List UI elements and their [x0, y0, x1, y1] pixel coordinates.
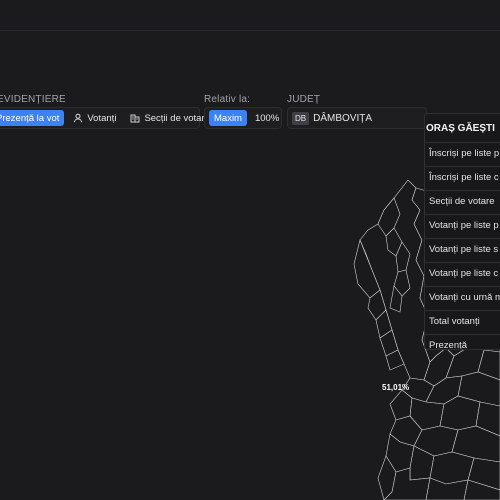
county-select[interactable]: DB DÂMBOVIȚA	[287, 107, 427, 129]
relative-label: Relativ la:	[204, 94, 251, 105]
building-icon	[130, 114, 140, 123]
locality-info-panel: ORAȘ GĂEȘTI Înscriși pe liste p Înscriși…	[424, 113, 500, 350]
map-region-percentage: 51,01%	[382, 383, 410, 392]
info-row: Secții de votare	[425, 190, 500, 214]
info-row: Total votanți	[425, 310, 500, 334]
voters-button-label: Votanți	[87, 112, 117, 124]
relative-value: 100%	[254, 112, 280, 124]
county-name: DÂMBOVIȚA	[313, 112, 373, 124]
info-row: Înscriși pe liste p	[425, 142, 500, 166]
turnout-button[interactable]: Prezență la vot	[0, 110, 65, 126]
polling-stations-button-label: Secții de votare	[144, 112, 210, 124]
turnout-button-label: Prezență la vot	[0, 112, 60, 124]
info-row: Înscriși pe liste c	[425, 166, 500, 190]
max-button[interactable]: Maxim	[209, 110, 247, 126]
polling-stations-button[interactable]: Secții de votare	[125, 110, 214, 126]
relative-toggle-group: Maxim 100%	[204, 107, 282, 129]
header-divider	[0, 30, 500, 31]
county-abbr-badge: DB	[292, 111, 310, 125]
max-button-label: Maxim	[214, 112, 242, 124]
info-row: Votanți pe liste c	[425, 262, 500, 286]
map-region	[429, 451, 475, 485]
user-icon	[74, 113, 83, 123]
info-row: Prezență	[425, 334, 500, 349]
highlight-label: EVIDENȚIERE	[0, 94, 66, 105]
info-row: Votanți pe liste s	[425, 238, 500, 262]
voters-button[interactable]: Votanți	[68, 110, 121, 126]
highlight-toggle-group: Prezență la vot Votanți Secții de votare	[0, 107, 210, 129]
info-row: Votanți cu urnă m	[425, 286, 500, 310]
county-label: JUDEȚ	[287, 94, 321, 105]
info-row: Votanți pe liste p	[425, 214, 500, 238]
locality-title: ORAȘ GĂEȘTI	[426, 123, 495, 134]
